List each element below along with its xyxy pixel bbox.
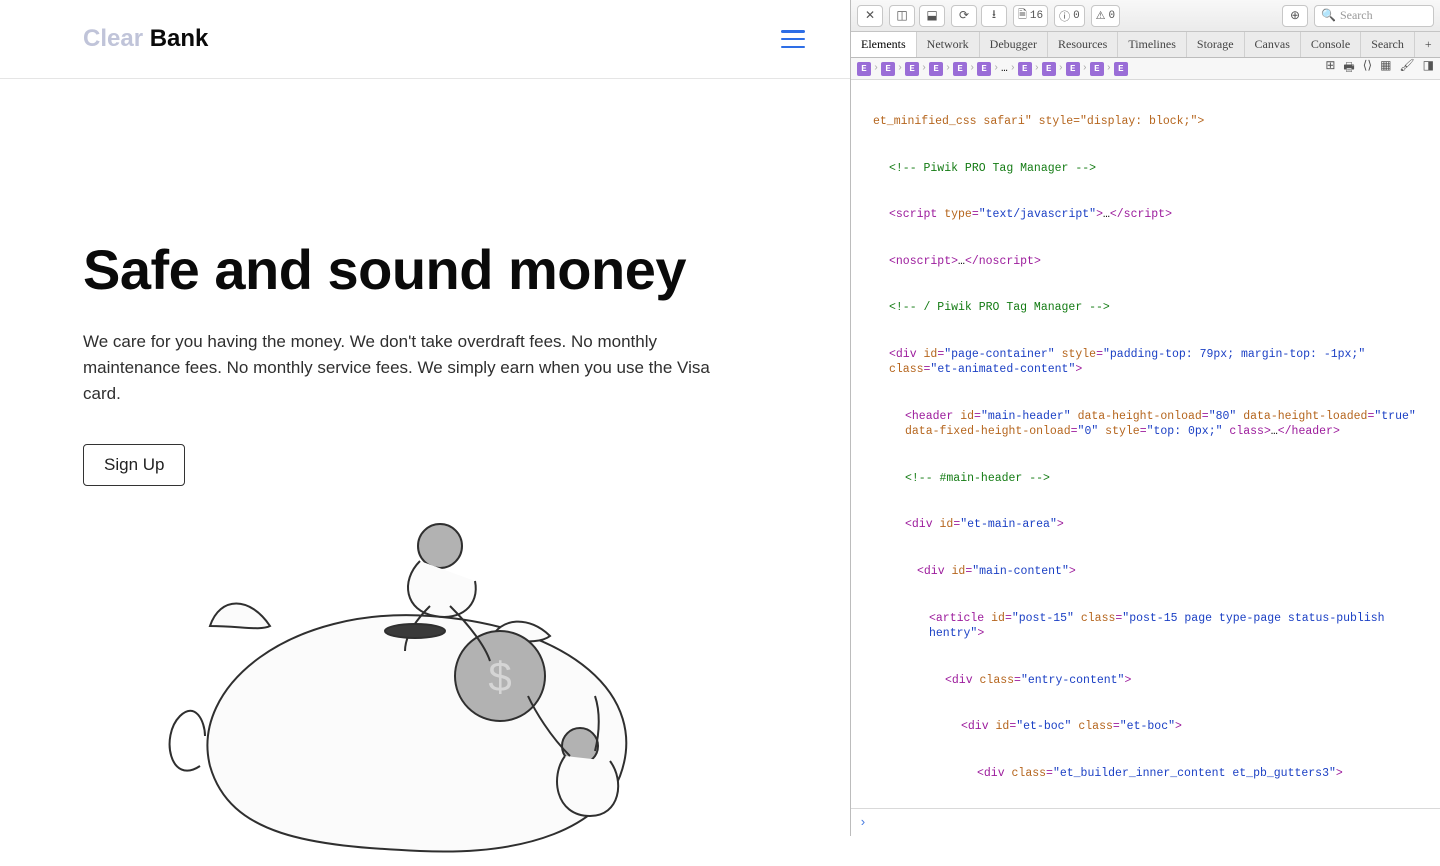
tab-debugger[interactable]: Debugger bbox=[980, 32, 1048, 57]
breadcrumb-node[interactable]: E bbox=[857, 62, 871, 76]
dock-bottom-button[interactable]: ⬓ bbox=[919, 5, 945, 27]
piggy-bank-illustration: $ bbox=[150, 486, 710, 866]
paint-icon[interactable]: 🖌 bbox=[1399, 58, 1414, 79]
breadcrumb-node[interactable]: E bbox=[881, 62, 895, 76]
layout-icon[interactable]: ⊞ bbox=[1325, 58, 1335, 79]
inspect-element-button[interactable]: ⊕ bbox=[1282, 5, 1308, 27]
sidebar-icon[interactable]: ◨ bbox=[1423, 58, 1434, 79]
tab-console[interactable]: Console bbox=[1301, 32, 1361, 57]
tab-canvas[interactable]: Canvas bbox=[1245, 32, 1301, 57]
tab-search[interactable]: Search bbox=[1361, 32, 1415, 57]
breadcrumb-node[interactable]: E bbox=[905, 62, 919, 76]
breadcrumb-node[interactable]: E bbox=[977, 62, 991, 76]
tab-timelines[interactable]: Timelines bbox=[1118, 32, 1187, 57]
breadcrumb-node[interactable]: E bbox=[929, 62, 943, 76]
logo-clear: Clear bbox=[83, 25, 143, 52]
reload-button[interactable]: ⟳ bbox=[951, 5, 977, 27]
hero-section: Safe and sound money We care for you hav… bbox=[0, 79, 850, 486]
tab-network[interactable]: Network bbox=[917, 32, 980, 57]
print-icon[interactable]: 🖶 bbox=[1343, 58, 1354, 79]
breadcrumb-node[interactable]: E bbox=[953, 62, 967, 76]
breadcrumb-node[interactable]: E bbox=[1114, 62, 1128, 76]
website-preview: Clear Bank Safe and sound money We care … bbox=[0, 0, 850, 836]
tab-elements[interactable]: Elements bbox=[851, 32, 917, 57]
devtools-toolbar: ✕ ◫ ⬓ ⟳ ⭳ 🗎 16 ⓘ 0 ⚠ 0 ⊕ 🔍 Search bbox=[851, 0, 1440, 32]
svg-text:$: $ bbox=[488, 653, 511, 700]
download-button[interactable]: ⭳ bbox=[981, 5, 1007, 27]
code-icon[interactable]: ⟨⟩ bbox=[1363, 58, 1372, 79]
breadcrumb-ellipsis[interactable]: … bbox=[1001, 63, 1008, 75]
hero-title: Safe and sound money bbox=[83, 239, 770, 301]
breadcrumb-node[interactable]: E bbox=[1018, 62, 1032, 76]
site-header: Clear Bank bbox=[0, 0, 850, 79]
breadcrumb-node[interactable]: E bbox=[1066, 62, 1080, 76]
warning-count[interactable]: ⚠ 0 bbox=[1091, 5, 1120, 27]
devtools-panel: ✕ ◫ ⬓ ⟳ ⭳ 🗎 16 ⓘ 0 ⚠ 0 ⊕ 🔍 Search Elemen… bbox=[850, 0, 1440, 836]
dom-tree[interactable]: et_minified_css safari" style="display: … bbox=[851, 80, 1440, 808]
breadcrumb-node[interactable]: E bbox=[1042, 62, 1056, 76]
tab-resources[interactable]: Resources bbox=[1048, 32, 1118, 57]
site-logo[interactable]: Clear Bank bbox=[83, 25, 208, 53]
hero-body: We care for you having the money. We don… bbox=[83, 329, 743, 408]
dock-side-button[interactable]: ◫ bbox=[889, 5, 915, 27]
hamburger-menu-icon[interactable] bbox=[781, 30, 805, 48]
info-count[interactable]: ⓘ 0 bbox=[1054, 5, 1085, 27]
tab-add-button[interactable]: + bbox=[1415, 32, 1440, 57]
logo-bank: Bank bbox=[143, 25, 208, 52]
document-count[interactable]: 🗎 16 bbox=[1013, 5, 1048, 27]
console-prompt[interactable]: › bbox=[851, 808, 1440, 836]
grid-icon[interactable]: ▦ bbox=[1380, 58, 1391, 79]
devtools-tabs: Elements Network Debugger Resources Time… bbox=[851, 32, 1440, 58]
tab-storage[interactable]: Storage bbox=[1187, 32, 1245, 57]
devtools-search-input[interactable]: 🔍 Search bbox=[1314, 5, 1434, 27]
dom-breadcrumb: E› E› E› E› E› E› …› E› E› E› E› E ⊞ 🖶 ⟨… bbox=[851, 58, 1440, 80]
close-devtools-button[interactable]: ✕ bbox=[857, 5, 883, 27]
sign-up-button[interactable]: Sign Up bbox=[83, 444, 185, 486]
breadcrumb-node[interactable]: E bbox=[1090, 62, 1104, 76]
